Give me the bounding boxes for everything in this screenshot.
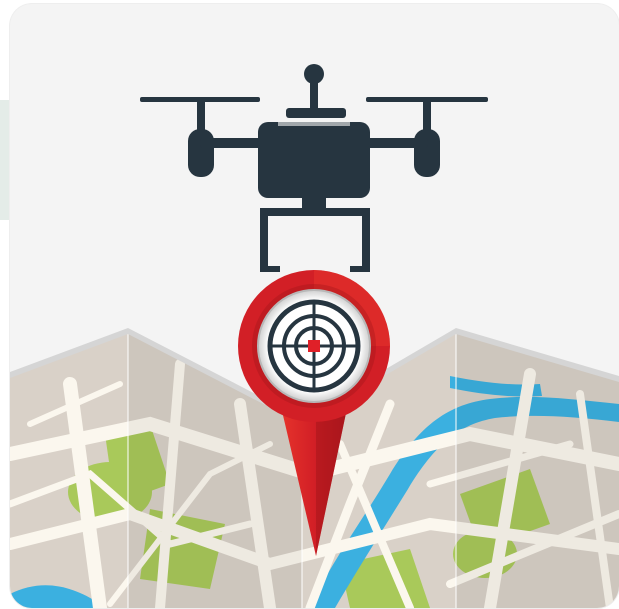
app-icon-stage bbox=[0, 0, 619, 609]
drone-map-illustration bbox=[10, 64, 619, 608]
target-center bbox=[308, 340, 320, 352]
map-fold-shade bbox=[456, 334, 619, 608]
drone-icon bbox=[140, 64, 488, 272]
app-icon-card bbox=[10, 4, 619, 608]
